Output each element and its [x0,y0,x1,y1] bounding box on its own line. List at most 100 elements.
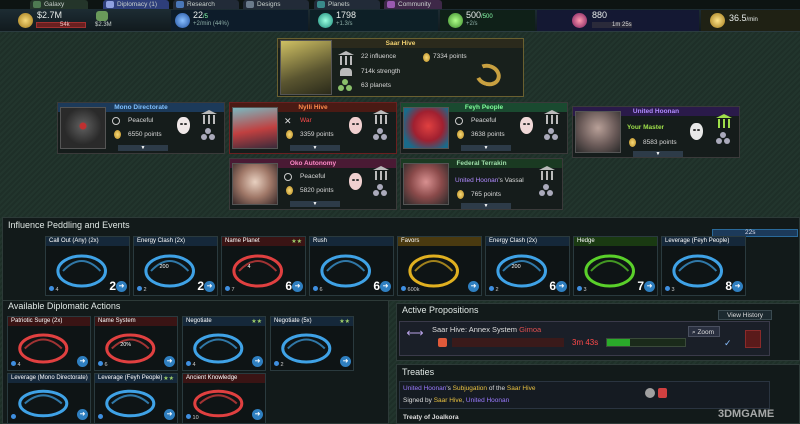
action-card[interactable]: Leverage (Mono Directorate) ➜ [7,373,91,424]
card-extra: 200 [511,264,521,270]
influence-temple-icon [373,166,389,180]
tab-research[interactable]: Research [173,0,239,9]
card-activate-button[interactable]: ➜ [252,409,263,420]
points-coin-icon [286,130,293,139]
faction-card-feyh-people[interactable]: Feyh People Peaceful 3638 points ▼ [400,102,568,154]
energy-rate: +1.3/s [336,21,353,27]
points-value: 3359 points [300,131,334,138]
card-activate-button[interactable]: ➜ [77,409,88,420]
zoom-button[interactable]: ⌕ Zoom [688,326,720,337]
faction-card-united-hoonan[interactable]: United Hoonan Your Master 8583 points ▼ [572,106,740,158]
expand-toggle[interactable]: ▼ [118,145,168,151]
points-value: 7334 points [433,53,467,60]
strength-icon [340,68,352,76]
planets-icon [317,1,325,8]
event-card[interactable]: Name Planet 7 4 6 ➜ ★★ [221,236,306,296]
event-card[interactable]: Energy Clash (2x) 2 200 6 ➜ [485,236,570,296]
faction-card-oko-autonomy[interactable]: Oko Autonomy Peaceful 5820 points ▼ [229,158,397,210]
research-icon [49,286,54,291]
view-history-button[interactable]: View History [718,310,772,320]
pop-rate: +2/s [466,21,478,27]
event-card[interactable]: Energy Clash (2x) 2 200 2 ➜ [133,236,218,296]
influence-temple-icon [373,110,389,124]
research-icon [98,361,103,366]
card-activate-button[interactable]: ➜ [340,356,351,367]
energy-icon [318,13,333,28]
card-activate-button[interactable]: ➜ [164,356,175,367]
planet-count: 63 planets [361,82,391,89]
card-extra: 20% [120,341,132,348]
research-icon [577,286,582,291]
card-activate-button[interactable]: ➜ [556,281,567,292]
event-card[interactable]: Rush 6 6 ➜ [309,236,394,296]
vote-reject-icon[interactable] [745,330,761,348]
faction-card-saar-hive[interactable]: Saar Hive 22 influence 714k strength 63 … [277,38,524,97]
card-activate-button[interactable]: ➜ [644,281,655,292]
expand-toggle[interactable]: ▼ [633,151,683,157]
card-activate-button[interactable]: ➜ [732,281,743,292]
research-icon [98,414,103,419]
faction-mask-icon [520,117,533,134]
action-card[interactable]: Ancient Knowledge 10 ➜ [182,373,266,424]
tab-designs[interactable]: Designs [243,0,309,9]
diplomacy-icon [106,1,114,8]
faction-mask-icon [349,173,362,190]
vote-check-icon[interactable]: ✓ [724,338,732,349]
action-card[interactable]: Name System 6 20% ➜ [94,316,178,371]
event-card[interactable]: Leverage (Feyh People) 3 8 ➜ [661,236,746,296]
faction-card-nylli-hive[interactable]: Nylli Hive ✕ War 3359 points ▼ [229,102,397,154]
card-count: 6 [549,279,556,293]
planets-icon [338,79,354,93]
tab-community[interactable]: Community [384,0,442,9]
faction-card-federal-terrakin[interactable]: Federal Terrakin United Hoonan's Vassal … [400,158,563,210]
points-coin-icon [114,130,121,139]
card-activate-button[interactable]: ➜ [116,281,127,292]
diplomatic-status: Your Master [627,124,665,131]
event-card[interactable]: Hedge 3 7 ➜ [573,236,658,296]
points-value: 765 points [471,191,501,198]
research-icon [186,414,191,419]
research-icon [313,286,318,291]
action-card[interactable]: Negotiate 4 ➜ ★★ [182,316,266,371]
research-icon [176,1,184,8]
card-activate-button[interactable]: ➜ [77,356,88,367]
united-hoonan-portrait [575,111,621,153]
expand-toggle[interactable]: ▼ [461,145,511,151]
action-card[interactable]: Patriotic Surge (2x) 4 ➜ [7,316,91,371]
points-value: 6550 points [128,131,162,138]
expand-toggle[interactable]: ▼ [290,145,340,151]
tab-planets[interactable]: Planets [314,0,380,9]
feyh-people-portrait [403,107,449,149]
influence-icon [572,13,587,28]
card-cost: 3 [665,286,675,293]
credits-sub: 54k [60,22,70,28]
card-count: 6 [285,279,292,293]
card-title: Energy Clash (2x) [486,237,569,246]
rank-stars-icon: ★★ [251,319,262,325]
expand-toggle[interactable]: ▼ [290,201,340,207]
relations-icon [539,184,555,198]
watermark: 3DMGAME [718,408,775,420]
population-icon [96,11,108,21]
expand-toggle[interactable]: ▼ [461,203,511,209]
card-activate-button[interactable]: ➜ [292,281,303,292]
faction-card-mono-directorate[interactable]: Mono Directorate Peaceful 6550 points ▼ [57,102,225,154]
action-card[interactable]: Negotiate (5x) 2 ➜ ★★ [270,316,354,371]
saar-hive-portrait [280,40,332,95]
card-activate-button[interactable]: ➜ [204,281,215,292]
card-activate-button[interactable]: ➜ [252,356,263,367]
card-cost: 2 [274,361,284,368]
tab-diplomacy[interactable]: Diplomacy (1) [103,0,169,9]
vote-progress-bar [606,338,686,347]
treaty-title-2[interactable]: Treaty of Joalkora [403,414,459,421]
tab-galaxy[interactable]: Galaxy [30,0,88,9]
card-count: 2 [197,279,204,293]
card-activate-button[interactable]: ➜ [468,281,479,292]
event-card[interactable]: Favors 600k ➜ [397,236,482,296]
nodes-icon [448,13,463,28]
event-card[interactable]: Call Out (Any) (2x) 4 2 ➜ [45,236,130,296]
card-activate-button[interactable]: ➜ [164,409,175,420]
action-card[interactable]: Leverage (Feyh People) ➜ ★★ [94,373,178,424]
section-title: Influence Peddling and Events [8,220,130,230]
card-activate-button[interactable]: ➜ [380,281,391,292]
